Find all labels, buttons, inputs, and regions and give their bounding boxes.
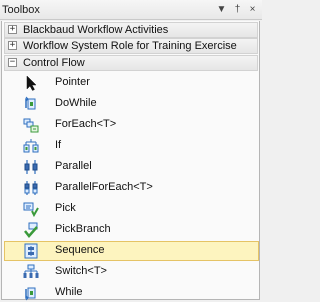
window-position-dropdown-icon[interactable]: ▼	[215, 3, 228, 16]
item-label: Pointer	[55, 76, 90, 88]
collapse-icon[interactable]: −	[8, 58, 17, 67]
item-label: Switch<T>	[55, 265, 107, 277]
sequence-icon	[24, 243, 38, 259]
category-control-flow[interactable]: − Control Flow	[4, 55, 258, 71]
toolbox-panel: + Blackbaud Workflow Activities + Workfl…	[1, 21, 260, 302]
toolbox-item-parallelforeach[interactable]: ParallelForEach<T>	[4, 178, 259, 198]
item-label: ParallelForEach<T>	[55, 181, 153, 193]
toolbox-item-pickbranch[interactable]: PickBranch	[4, 220, 259, 240]
category-blackbaud-workflow-activities[interactable]: + Blackbaud Workflow Activities	[4, 22, 258, 38]
item-label: If	[55, 139, 62, 151]
expand-icon[interactable]: +	[8, 41, 17, 50]
if-icon	[23, 139, 39, 153]
auto-hide-pin-icon[interactable]: †	[231, 3, 244, 16]
item-label: DoWhile	[55, 97, 97, 109]
toolbox-title-bar: Toolbox ▼ † ×	[0, 0, 262, 20]
category-label: Workflow System Role for Training Exerci…	[23, 40, 237, 52]
item-label: ForEach<T>	[55, 118, 117, 130]
close-icon[interactable]: ×	[246, 3, 259, 16]
toolbox-item-if[interactable]: If	[4, 136, 259, 156]
toolbox-item-parallel[interactable]: Parallel	[4, 157, 259, 177]
item-label: Parallel	[55, 160, 92, 172]
toolbox-item-sequence[interactable]: Sequence	[4, 241, 259, 261]
parallelforeach-icon	[24, 181, 38, 195]
while-icon	[25, 287, 36, 301]
toolbox-item-switch[interactable]: Switch<T>	[4, 262, 259, 282]
category-label: Control Flow	[23, 57, 85, 69]
pickbranch-icon	[24, 222, 38, 238]
item-label: Sequence	[55, 244, 105, 256]
foreach-icon	[23, 118, 39, 133]
toolbox-item-pointer[interactable]: Pointer	[4, 73, 259, 93]
toolbox-title: Toolbox	[2, 4, 40, 16]
item-label: PickBranch	[55, 223, 111, 235]
toolbox-item-while[interactable]: While	[4, 283, 259, 302]
parallel-icon	[24, 160, 38, 174]
category-label: Blackbaud Workflow Activities	[23, 24, 169, 36]
pick-icon	[23, 202, 39, 217]
dowhile-icon	[25, 96, 36, 110]
switch-icon	[23, 264, 39, 278]
item-label: Pick	[55, 202, 76, 214]
category-workflow-system-role[interactable]: + Workflow System Role for Training Exer…	[4, 38, 258, 54]
pointer-icon	[26, 75, 37, 91]
item-label: While	[55, 286, 83, 298]
toolbox-item-dowhile[interactable]: DoWhile	[4, 94, 259, 114]
toolbox-item-foreach[interactable]: ForEach<T>	[4, 115, 259, 135]
toolbox-item-pick[interactable]: Pick	[4, 199, 259, 219]
expand-icon[interactable]: +	[8, 25, 17, 34]
